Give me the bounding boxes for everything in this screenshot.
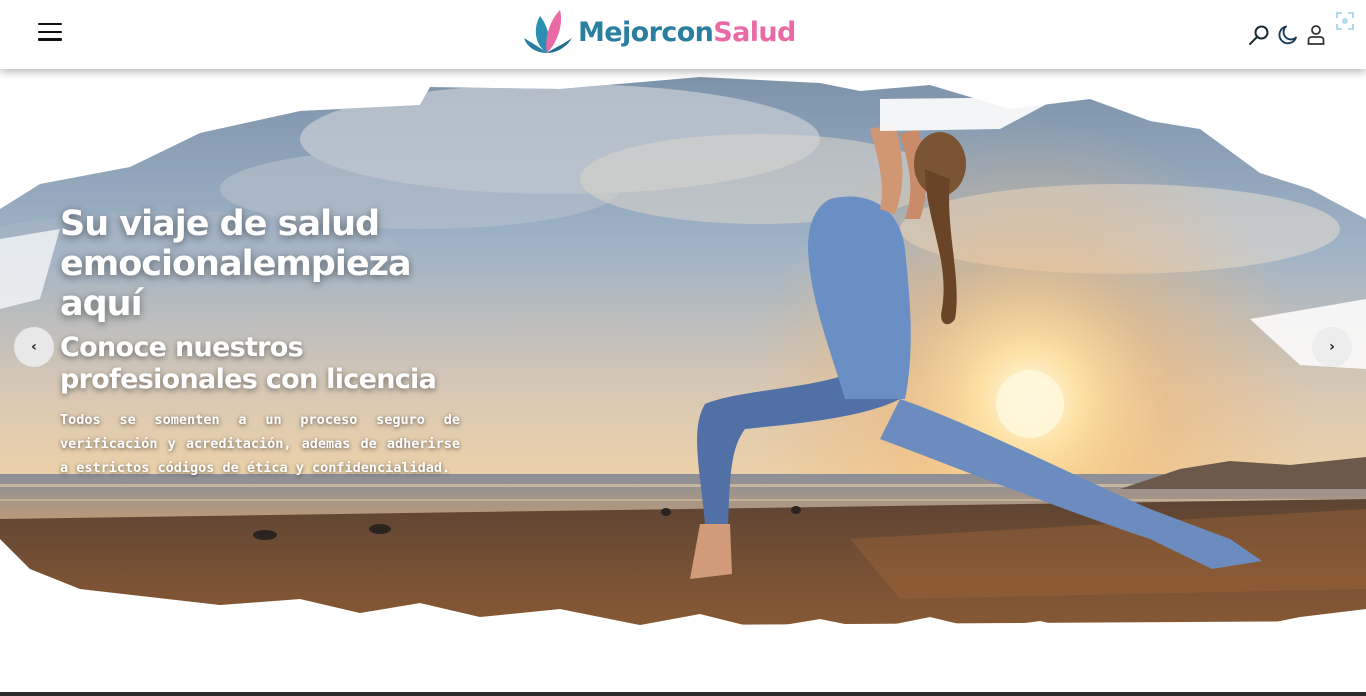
site-logo[interactable]: MejorconSalud xyxy=(520,8,796,56)
user-icon[interactable] xyxy=(1304,23,1328,47)
logo-text-mejor: Mejor xyxy=(578,16,662,48)
logo-wordmark: MejorconSalud xyxy=(578,17,796,48)
carousel-prev-button[interactable]: ‹ xyxy=(14,327,54,367)
logo-text-con: con xyxy=(661,16,714,48)
chevron-left-icon: ‹ xyxy=(31,339,37,355)
search-icon[interactable] xyxy=(1247,23,1271,47)
hero-text-block: Su viaje de salud emocionalempieza aquí … xyxy=(60,204,460,480)
hero-carousel: Su viaje de salud emocionalempieza aquí … xyxy=(0,69,1366,659)
hamburger-menu-icon[interactable] xyxy=(38,23,62,45)
carousel-next-button[interactable]: › xyxy=(1312,327,1352,367)
site-header: MejorconSalud xyxy=(0,0,1366,69)
chevron-right-icon: › xyxy=(1329,339,1335,355)
hero-description: Todos se somenten a un proceso seguro de… xyxy=(60,412,460,476)
lotus-logo-icon xyxy=(524,10,572,53)
hero-title: Su viaje de salud emocionalempieza aquí xyxy=(60,204,412,324)
focus-frame-icon[interactable] xyxy=(1335,11,1355,31)
logo-text-salud: Salud xyxy=(713,16,796,48)
moon-icon[interactable] xyxy=(1276,23,1300,47)
section-divider xyxy=(0,692,1366,696)
hero-subtitle: Conoce nuestros profesionales con licenc… xyxy=(60,332,437,395)
